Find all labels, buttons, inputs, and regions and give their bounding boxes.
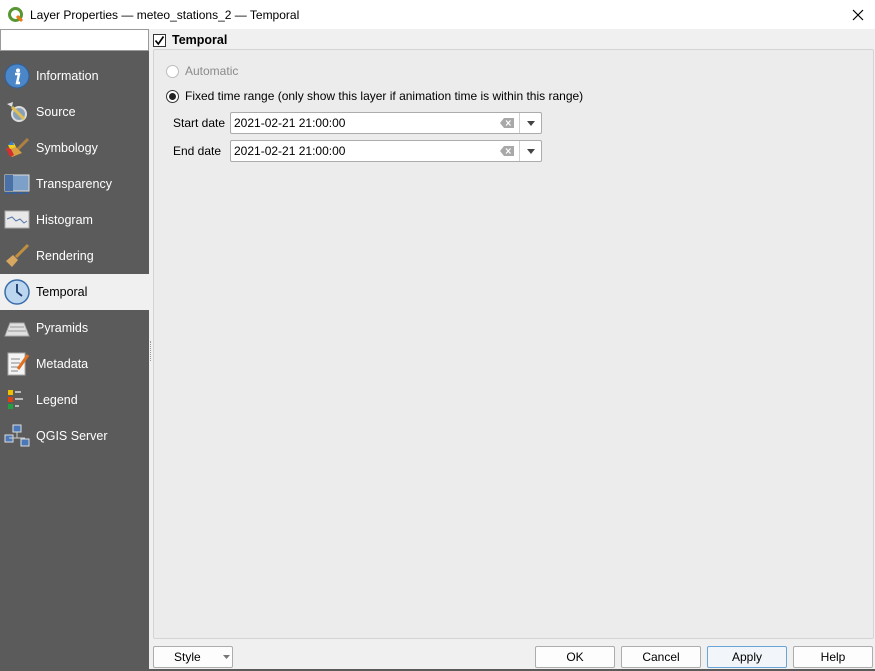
sidebar-item-metadata[interactable]: Metadata xyxy=(0,346,149,382)
apply-button-label: Apply xyxy=(731,650,763,664)
start-date-dropdown-button[interactable] xyxy=(519,113,541,133)
sidebar: Information Source Symbology Transparenc… xyxy=(0,29,166,671)
fixed-range-option[interactable]: Fixed time range (only show this layer i… xyxy=(166,89,583,103)
sidebar-item-label: Symbology xyxy=(36,141,98,155)
temporal-panel: Automatic Fixed time range (only show th… xyxy=(153,49,874,639)
sidebar-item-histogram[interactable]: Histogram xyxy=(0,202,149,238)
end-date-row: End date 2021-02-21 21:00:00 xyxy=(173,140,542,162)
fixed-range-radio[interactable] xyxy=(166,89,179,103)
window-title: Layer Properties — meteo_stations_2 — Te… xyxy=(30,7,300,22)
histogram-icon xyxy=(4,207,30,233)
sidebar-item-label: Pyramids xyxy=(36,321,89,335)
ok-button-label: OK xyxy=(566,650,584,664)
help-button-label: Help xyxy=(820,650,846,664)
source-settings-icon xyxy=(4,99,30,125)
sidebar-item-label: Transparency xyxy=(36,177,112,191)
splitter-grip xyxy=(150,341,152,361)
temporal-group-label: Temporal xyxy=(172,33,228,47)
end-date-label: End date xyxy=(173,144,222,158)
clock-icon xyxy=(4,279,30,305)
radio-selected-dot xyxy=(169,92,176,100)
end-date-value[interactable]: 2021-02-21 21:00:00 xyxy=(231,144,495,158)
start-date-input[interactable]: 2021-02-21 21:00:00 xyxy=(230,112,542,134)
close-icon xyxy=(852,9,864,20)
sidebar-item-temporal[interactable]: Temporal xyxy=(0,274,152,310)
sidebar-item-symbology[interactable]: Symbology xyxy=(0,130,149,166)
temporal-enabled-checkbox[interactable] xyxy=(153,33,166,47)
start-date-label: Start date xyxy=(173,116,226,130)
cancel-button[interactable]: Cancel xyxy=(621,646,701,668)
sidebar-item-pyramids[interactable]: Pyramids xyxy=(0,310,149,346)
information-icon xyxy=(4,63,30,89)
sidebar-item-label: Histogram xyxy=(36,213,93,227)
transparency-icon xyxy=(4,171,30,197)
chevron-down-icon xyxy=(222,655,230,659)
chevron-down-icon xyxy=(526,148,535,154)
sidebar-item-label: Metadata xyxy=(36,357,89,371)
qgis-logo-icon xyxy=(8,6,24,22)
sidebar-item-label: Source xyxy=(36,105,76,119)
start-date-value[interactable]: 2021-02-21 21:00:00 xyxy=(231,116,495,130)
sidebar-item-label: Temporal xyxy=(36,285,88,299)
start-date-clear-button[interactable] xyxy=(495,113,519,133)
sidebar-item-legend[interactable]: Legend xyxy=(0,382,149,418)
sidebar-item-label: Legend xyxy=(36,393,78,407)
sidebar-search[interactable] xyxy=(0,29,166,51)
end-date-input[interactable]: 2021-02-21 21:00:00 xyxy=(230,140,542,162)
legend-icon xyxy=(4,387,30,413)
symbology-paintbrush-icon xyxy=(4,135,30,161)
sidebar-nav: Information Source Symbology Transparenc… xyxy=(0,58,152,454)
sidebar-item-source[interactable]: Source xyxy=(0,94,149,130)
search-input[interactable] xyxy=(7,31,166,49)
apply-button[interactable]: Apply xyxy=(707,646,787,668)
style-button-label: Style xyxy=(174,650,201,664)
automatic-label: Automatic xyxy=(185,64,239,78)
automatic-radio[interactable] xyxy=(166,64,179,78)
sidebar-item-information[interactable]: Information xyxy=(0,58,149,94)
qgis-server-icon xyxy=(4,423,30,449)
sidebar-item-label: Rendering xyxy=(36,249,94,263)
fixed-range-label: Fixed time range (only show this layer i… xyxy=(185,89,584,103)
style-button[interactable]: Style xyxy=(153,646,233,668)
sidebar-item-rendering[interactable]: Rendering xyxy=(0,238,149,274)
metadata-icon xyxy=(4,351,30,377)
rendering-brush-icon xyxy=(4,243,30,269)
ok-button[interactable]: OK xyxy=(535,646,615,668)
temporal-group-header: Temporal xyxy=(153,31,227,49)
sidebar-item-transparency[interactable]: Transparency xyxy=(0,166,149,202)
start-date-row: Start date 2021-02-21 21:00:00 xyxy=(173,112,542,134)
end-date-dropdown-button[interactable] xyxy=(519,141,541,161)
title-bar: Layer Properties — meteo_stations_2 — Te… xyxy=(0,0,875,29)
clear-field-icon xyxy=(500,118,514,128)
close-button[interactable] xyxy=(841,0,875,29)
sidebar-item-label: Information xyxy=(36,69,99,83)
help-button[interactable]: Help xyxy=(793,646,873,668)
sidebar-item-qgis-server[interactable]: QGIS Server xyxy=(0,418,149,454)
chevron-down-icon xyxy=(526,120,535,126)
clear-field-icon xyxy=(500,146,514,156)
automatic-option[interactable]: Automatic xyxy=(166,64,238,78)
pyramids-icon xyxy=(4,315,30,341)
checkmark-icon xyxy=(154,35,165,45)
cancel-button-label: Cancel xyxy=(642,650,680,664)
sidebar-item-label: QGIS Server xyxy=(36,429,108,443)
end-date-clear-button[interactable] xyxy=(495,141,519,161)
